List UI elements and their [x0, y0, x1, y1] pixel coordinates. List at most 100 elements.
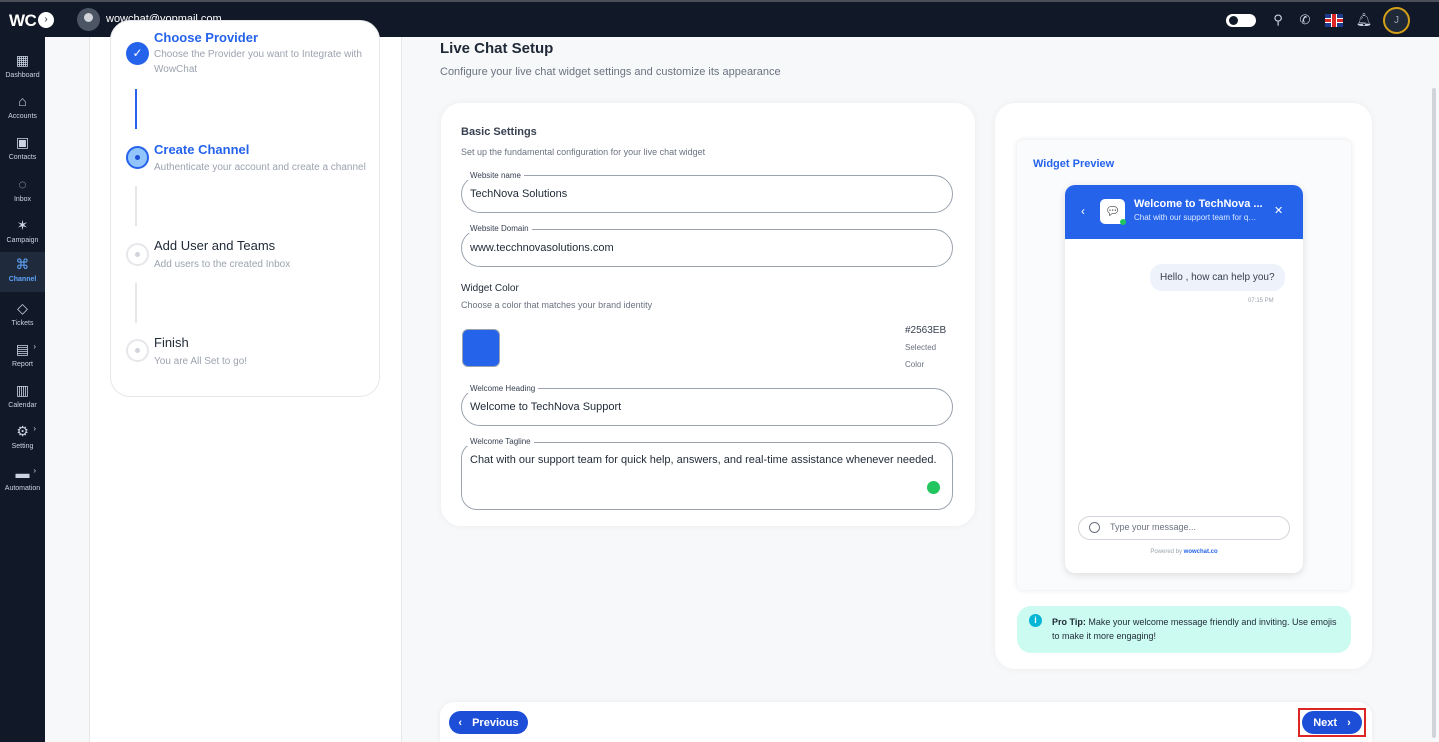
chevron-left-icon[interactable]: ‹ — [1081, 204, 1085, 218]
step-connector — [135, 89, 137, 129]
sidebar-item-automation[interactable]: ▬ › Automation — [0, 461, 45, 499]
chat-icon: ◌ — [18, 176, 27, 192]
welcome-tagline-label: Welcome Tagline — [467, 437, 534, 446]
website-name-value: TechNova Solutions — [470, 188, 568, 200]
step-title-create-channel: Create Channel — [154, 142, 250, 157]
close-icon[interactable]: ✕ — [1274, 204, 1283, 217]
powered-by-brand[interactable]: wowchat.co — [1184, 549, 1218, 555]
channel-icon: ⌘ — [15, 256, 30, 272]
selected-color-label: Color — [905, 360, 925, 369]
sidebar-item-accounts[interactable]: ⌂ Accounts — [0, 89, 45, 127]
grid-icon: ▦ — [15, 52, 30, 68]
online-indicator — [1120, 219, 1126, 225]
sidebar-item-label: Contacts — [8, 154, 37, 161]
widget-heading: Welcome to TechNova ... — [1134, 198, 1263, 210]
scrollbar[interactable] — [1432, 88, 1436, 738]
sidebar-item-contacts[interactable]: ▣ Contacts — [0, 130, 45, 168]
active-step-icon — [126, 146, 149, 169]
step-desc-finish: You are All Set to go! — [154, 356, 248, 367]
welcome-tagline-field[interactable] — [461, 442, 953, 510]
sidebar: ▦ Dashboard ⌂ Accounts ▣ Contacts ◌ Inbo… — [0, 37, 45, 742]
sidebar-item-dashboard[interactable]: ▦ Dashboard — [0, 48, 45, 86]
previous-button-label: Previous — [472, 716, 519, 729]
megaphone-icon: ✶ — [16, 217, 29, 233]
gear-icon: ⚙ — [16, 423, 29, 439]
sidebar-item-calendar[interactable]: ▥ Calendar — [0, 378, 45, 416]
truck-icon: ▬ — [15, 465, 30, 481]
smiley-icon[interactable] — [1089, 522, 1100, 533]
widget-color-subtitle: Choose a color that matches your brand i… — [461, 300, 653, 310]
chevron-right-icon: › — [33, 342, 36, 351]
step-title-choose-provider: Choose Provider — [154, 30, 259, 45]
welcome-tagline-value: Chat with our support team for quick hel… — [470, 454, 937, 466]
page-title: Live Chat Setup — [440, 40, 554, 57]
check-icon: ✓ — [126, 42, 149, 65]
pro-tip-label: Pro Tip: — [1052, 617, 1086, 627]
step-desc-choose-provider: Choose the Provider you want to Integrat… — [154, 49, 362, 75]
website-domain-value: www.tecchnovasolutions.com — [470, 242, 614, 254]
sidebar-item-label: Setting — [11, 443, 34, 450]
color-hex-value: #2563EB — [905, 325, 947, 336]
chevron-right-icon[interactable]: › — [38, 12, 54, 28]
ticket-icon: ◇ — [17, 300, 28, 316]
sidebar-item-setting[interactable]: ⚙ › Setting — [0, 419, 45, 457]
widget-preview-title: Widget Preview — [1033, 158, 1115, 170]
bell-icon[interactable]: 🔔︎ — [1356, 8, 1373, 32]
sidebar-item-label: Tickets — [11, 320, 34, 327]
sidebar-item-label: Calendar — [8, 402, 37, 409]
contact-icon: ▣ — [15, 134, 30, 150]
sidebar-item-inbox[interactable]: ◌ Inbox — [0, 172, 45, 210]
language-flag-icon[interactable] — [1325, 14, 1343, 27]
widget-header: ‹ 💬︎ Welcome to TechNova ... Chat with o… — [1065, 185, 1303, 239]
sidebar-item-report[interactable]: ▤ › Report — [0, 337, 45, 375]
widget-tagline: Chat with our support team for quic... — [1134, 213, 1259, 222]
phone-icon[interactable]: ✆ — [1297, 8, 1313, 32]
color-swatch[interactable] — [462, 329, 500, 367]
footer-bar — [440, 702, 1372, 742]
chevron-right-icon: › — [33, 466, 36, 475]
widget-input-placeholder: Type your message... — [1110, 522, 1197, 532]
next-button-highlight — [1298, 708, 1366, 737]
info-icon: i — [1029, 614, 1042, 627]
chevron-right-icon: › — [33, 424, 36, 433]
step-connector — [135, 186, 137, 226]
step-connector — [135, 283, 137, 323]
chat-widget-preview: ‹ 💬︎ Welcome to TechNova ... Chat with o… — [1065, 185, 1303, 573]
selected-color-label: Selected — [905, 343, 937, 352]
sidebar-item-channel[interactable]: ⌘ Channel — [0, 252, 45, 292]
step-title-finish: Finish — [154, 335, 189, 350]
sidebar-item-label: Automation — [4, 485, 41, 492]
basic-settings-subtitle: Set up the fundamental configuration for… — [461, 147, 706, 157]
pro-tip-text: Pro Tip: Make your welcome message frien… — [1052, 615, 1337, 643]
calendar-icon: ▥ — [15, 382, 30, 398]
message-time: 07:15 PM — [1248, 298, 1274, 304]
powered-by-prefix: Powered by — [1150, 549, 1182, 555]
chat-message-bubble: Hello , how can help you? — [1150, 264, 1285, 291]
pending-step-icon — [126, 243, 149, 266]
sidebar-item-label: Report — [11, 361, 33, 368]
website-domain-label: Website Domain — [467, 224, 532, 233]
sidebar-item-label: Inbox — [13, 196, 32, 203]
app-logo[interactable]: WC — [9, 11, 37, 31]
broadcast-icon[interactable]: ⚲ — [1270, 8, 1286, 32]
sidebar-item-label: Dashboard — [5, 72, 40, 79]
widget-color-title: Widget Color — [461, 283, 519, 294]
home-icon: ⌂ — [18, 93, 27, 109]
user-avatar-icon[interactable] — [77, 8, 100, 31]
sidebar-item-campaign[interactable]: ✶ Campaign — [0, 213, 45, 251]
sidebar-item-label: Campaign — [6, 237, 39, 244]
chart-icon: ▤ — [15, 341, 30, 357]
website-name-label: Website name — [467, 171, 524, 180]
welcome-heading-value: Welcome to TechNova Support — [470, 401, 622, 413]
theme-toggle[interactable] — [1226, 14, 1256, 27]
pro-tip-body: Make your welcome message friendly and i… — [1052, 617, 1337, 641]
previous-button[interactable]: ‹ Previous — [449, 711, 528, 734]
step-desc-create-channel: Authenticate your account and create a c… — [154, 162, 366, 173]
powered-by: Powered by wowchat.co — [1065, 549, 1303, 555]
emoji-icon[interactable] — [927, 481, 940, 494]
sidebar-item-tickets[interactable]: ◇ Tickets — [0, 296, 45, 334]
step-desc-add-users: Add users to the created Inbox — [154, 259, 291, 270]
sidebar-item-label: Channel — [8, 276, 37, 283]
profile-avatar[interactable]: J — [1383, 7, 1410, 34]
sidebar-item-label: Accounts — [8, 113, 37, 120]
